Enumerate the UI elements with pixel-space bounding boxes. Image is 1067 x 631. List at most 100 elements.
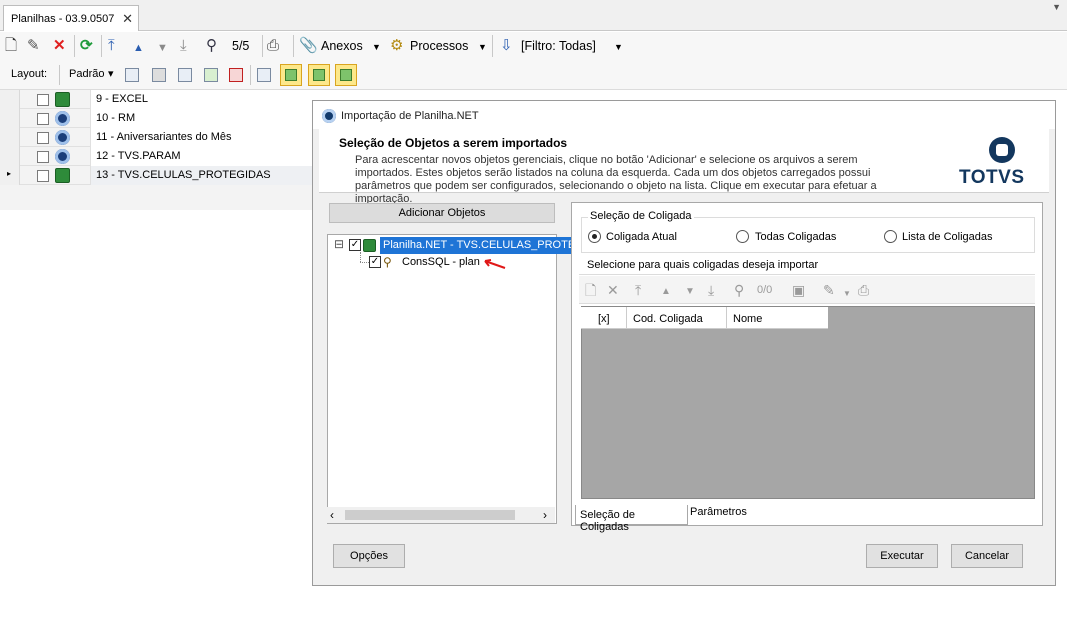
row-checkbox[interactable] [37, 151, 49, 163]
delete-icon: ✕ [607, 282, 619, 298]
print-icon: ⎙ [858, 282, 870, 298]
layout-padrao-dropdown[interactable]: Padrão [69, 68, 104, 80]
filter-icon: ⇩ [500, 37, 513, 54]
view-top-button[interactable] [280, 64, 302, 86]
totvs-logo-icon [989, 137, 1015, 163]
options-button[interactable]: Opções [333, 544, 405, 568]
select-coligadas-label: Selecione para quais coligadas deseja im… [579, 258, 1035, 275]
gears-icon: ⚙ [390, 37, 404, 54]
row-checkbox[interactable] [37, 132, 49, 144]
print-icon[interactable]: ⎙ [267, 38, 279, 54]
add-objects-button[interactable]: Adicionar Objetos [329, 203, 555, 223]
new-icon[interactable]: 🗋 [5, 38, 17, 54]
processos-dropdown-icon[interactable]: ▼ [478, 42, 487, 52]
layout-label: Layout: [11, 68, 48, 80]
coligadas-grid-header [581, 307, 828, 329]
processos-button[interactable]: Processos [410, 39, 468, 53]
row-label: 13 - TVS.CELULAS_PROTEGIDAS [90, 166, 318, 185]
tab-overflow-icon[interactable]: ▼ [1052, 2, 1061, 12]
previous-record-icon[interactable]: ▲ [133, 40, 144, 56]
totvs-logo-text: TOTVS [959, 167, 1025, 188]
coligadas-grid [581, 306, 1035, 499]
radio-lista-coligadas[interactable] [884, 230, 897, 243]
totvs-app-icon [322, 109, 336, 123]
filter-button[interactable]: [Filtro: Todas] [521, 39, 596, 53]
root-checkbox[interactable]: ✓ [349, 239, 361, 251]
table-row[interactable]: ▸ 13 - TVS.CELULAS_PROTEGIDAS [0, 166, 318, 185]
tree-child-node[interactable]: ConsSQL - plan [402, 256, 480, 268]
column-header-select[interactable]: [x] [598, 313, 610, 325]
scrollbar-thumb[interactable] [345, 510, 515, 520]
scroll-left-icon[interactable]: ‹ [330, 508, 334, 522]
objects-tree [327, 234, 557, 524]
tree-root-node[interactable]: Planilha.NET - TVS.CELULAS_PROTEGIDAS [380, 237, 596, 254]
tab-selecao-coligadas[interactable]: Seleção de Coligadas [575, 505, 688, 533]
dialog-title: Importação de Planilha.NET [313, 101, 1055, 129]
layout-padrao-arrow-icon[interactable]: ▾ [108, 67, 114, 80]
document-tab-bar: Planilhas - 03.9.0507 ✕ ▼ [0, 0, 1067, 31]
query-icon: ⚲ [383, 255, 392, 269]
totvs-globe-icon [55, 149, 70, 164]
last-record-icon: ⤓ [708, 282, 715, 298]
column-header-cod-coligada[interactable]: Cod. Coligada [633, 313, 703, 325]
radio-todas-coligadas[interactable] [736, 230, 749, 243]
coligada-legend: Seleção de Coligada [588, 210, 694, 222]
row-checkbox[interactable] [37, 94, 49, 106]
layout-import-icon[interactable] [204, 68, 218, 82]
column-header-nome[interactable]: Nome [733, 313, 762, 325]
row-label: 10 - RM [90, 109, 318, 128]
radio-coligada-atual[interactable] [588, 230, 601, 243]
table-row[interactable]: 9 - EXCEL [0, 90, 318, 109]
child-checkbox[interactable]: ✓ [369, 256, 381, 268]
binoculars-icon[interactable]: ⚲ [206, 38, 217, 54]
first-record-icon: ⤒ [635, 282, 642, 298]
layout-export-icon[interactable] [229, 68, 243, 82]
close-tab-icon[interactable]: ✕ [122, 11, 133, 27]
filter-dropdown-icon[interactable]: ▼ [614, 42, 623, 52]
anexos-button[interactable]: Anexos [321, 39, 363, 53]
layout-disabled-icon[interactable] [152, 68, 166, 82]
radio-lista-coligadas-label[interactable]: Lista de Coligadas [902, 231, 993, 243]
row-label: 11 - Aniversariantes do Mês [90, 128, 318, 147]
view-middle-button[interactable] [308, 64, 330, 86]
table-row[interactable]: 10 - RM [0, 109, 318, 128]
layout-columns-icon[interactable] [125, 68, 139, 82]
view-full-button[interactable] [335, 64, 357, 86]
next-record-icon[interactable]: ▼ [157, 40, 168, 56]
cancel-button[interactable]: Cancelar [951, 544, 1023, 568]
document-tab[interactable]: Planilhas - 03.9.0507 ✕ [3, 5, 139, 31]
collapse-icon[interactable]: ⊟ [334, 237, 344, 251]
edit-icon[interactable]: ✎ [27, 38, 40, 54]
previous-record-icon: ▲ [661, 286, 671, 297]
scroll-right-icon[interactable]: › [543, 508, 547, 522]
row-label: 12 - TVS.PARAM [90, 147, 318, 166]
document-tab-title: Planilhas - 03.9.0507 [11, 13, 115, 25]
row-checkbox[interactable] [37, 113, 49, 125]
last-record-icon[interactable]: ⤓ [180, 38, 187, 54]
radio-coligada-atual-label[interactable]: Coligada Atual [606, 231, 677, 243]
refresh-icon[interactable]: ⟳ [80, 38, 93, 54]
row-checkbox[interactable] [37, 170, 49, 182]
execute-button[interactable]: Executar [866, 544, 938, 568]
paperclip-icon: 📎 [299, 37, 318, 54]
table-row[interactable]: 11 - Aniversariantes do Mês [0, 128, 318, 147]
attach-dropdown-icon: ▼ [843, 289, 851, 298]
sheet-icon: ▣ [792, 282, 806, 298]
binoculars-icon: ⚲ [734, 282, 745, 298]
excel-sheet-icon [55, 168, 70, 183]
import-dialog: Importação de Planilha.NET Seleção de Ob… [312, 100, 1056, 586]
first-record-icon[interactable]: ⤒ [108, 38, 115, 54]
excel-sheet-icon [363, 239, 376, 252]
tab-parametros[interactable]: Parâmetros [690, 506, 747, 518]
table-row[interactable]: 12 - TVS.PARAM [0, 147, 318, 166]
layout-grid-icon[interactable] [178, 68, 192, 82]
coligada-toolbar [579, 276, 1035, 304]
red-arrow-annotation [484, 259, 506, 269]
totvs-globe-icon [55, 130, 70, 145]
radio-todas-coligadas-label[interactable]: Todas Coligadas [755, 231, 836, 243]
header-title: Seleção de Objetos a serem importados [339, 136, 568, 150]
layout-form-icon[interactable] [257, 68, 271, 82]
excel-sheet-icon [55, 92, 70, 107]
delete-icon[interactable]: ✕ [53, 38, 66, 54]
anexos-dropdown-icon[interactable]: ▼ [372, 42, 381, 52]
